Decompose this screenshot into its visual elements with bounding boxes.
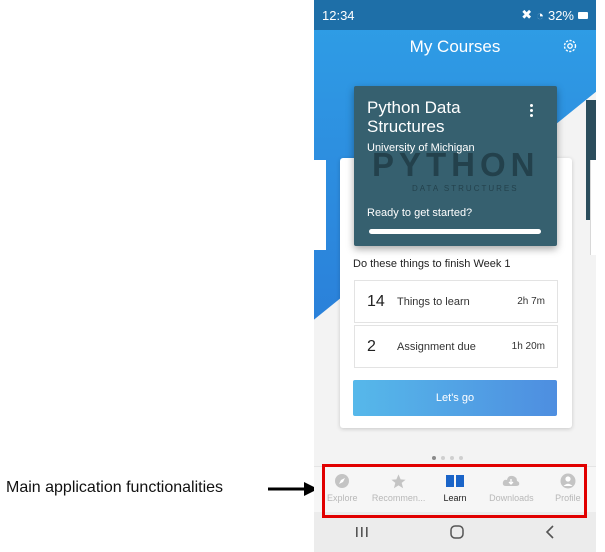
task-label: Things to learn xyxy=(397,295,470,308)
page-dot xyxy=(459,456,463,460)
recent-apps-icon[interactable] xyxy=(355,526,369,538)
arrow-icon xyxy=(268,482,318,496)
lets-go-button[interactable]: Let's go xyxy=(353,380,557,416)
system-nav-bar xyxy=(314,512,596,552)
previous-card-peek xyxy=(314,160,326,250)
page-dot-active xyxy=(432,456,436,460)
home-icon[interactable] xyxy=(450,525,464,539)
annotation-label: Main application functionalities xyxy=(6,479,224,496)
week-heading: Do these things to finish Week 1 xyxy=(353,258,511,270)
page-indicator xyxy=(432,456,463,460)
more-options-icon[interactable] xyxy=(524,104,538,120)
gear-icon[interactable] xyxy=(562,38,578,54)
highlight-box xyxy=(322,464,587,518)
task-time: 2h 7m xyxy=(517,296,545,307)
task-time: 1h 20m xyxy=(511,341,545,352)
page-title: My Courses xyxy=(409,37,501,56)
course-title: Python Data Structures xyxy=(367,98,461,136)
next-card-peek xyxy=(590,160,596,255)
status-battery: 32% xyxy=(547,7,574,23)
battery-icon xyxy=(578,11,588,19)
page-dot xyxy=(450,456,454,460)
back-icon[interactable] xyxy=(545,525,555,539)
mute-icon: ✖ xyxy=(521,7,533,22)
course-school: University of Michigan xyxy=(367,142,475,154)
status-bar: 12:34 ✖ ◔ 32% xyxy=(314,0,596,30)
page-dot xyxy=(441,456,445,460)
wifi-icon: ◔ xyxy=(536,7,544,23)
course-watermark-sub: DATA STRUCTURES xyxy=(412,184,519,193)
status-icons: ✖ ◔ 32% xyxy=(521,7,588,23)
status-time: 12:34 xyxy=(322,7,355,23)
task-label: Assignment due xyxy=(397,340,476,353)
task-row-learn[interactable]: 14 Things to learn 2h 7m xyxy=(354,280,558,323)
course-card[interactable]: PYTHON DATA STRUCTURES Python Data Struc… xyxy=(354,86,557,246)
task-count: 2 xyxy=(367,337,376,355)
task-count: 14 xyxy=(367,292,385,310)
course-status: Ready to get started? xyxy=(367,207,473,219)
task-row-assignment[interactable]: 2 Assignment due 1h 20m xyxy=(354,325,558,368)
course-progress-bar xyxy=(369,229,541,234)
